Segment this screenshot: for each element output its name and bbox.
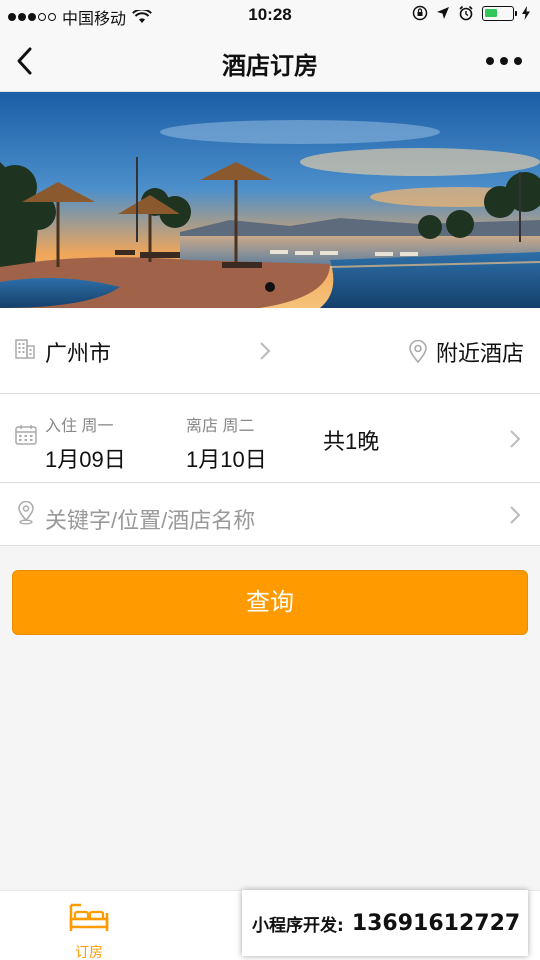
checkout-label: 离店 周二: [186, 418, 255, 435]
building-icon: [15, 339, 35, 359]
page-title: 酒店订房: [222, 53, 318, 80]
orientation-lock-icon: [412, 5, 428, 21]
calendar-icon: [15, 425, 37, 445]
chevron-right-icon: [510, 506, 521, 524]
search-row[interactable]: 关键字/位置/酒店名称: [0, 483, 540, 546]
checkin-value: 1月09日: [45, 447, 126, 472]
nights-count: 共1晚: [323, 429, 380, 454]
developer-contact-banner: 小程序开发: 13691612727: [242, 890, 528, 956]
checkout-date[interactable]: 离店 周二 1月10日: [186, 412, 267, 474]
query-button[interactable]: 查询: [12, 570, 528, 635]
more-options-icon[interactable]: [486, 57, 522, 65]
location-pin-icon: [18, 501, 34, 525]
checkin-label: 入住 周一: [45, 418, 114, 435]
charging-bolt-icon: [522, 6, 530, 20]
tab-booking[interactable]: 订房: [54, 899, 124, 960]
checkin-date[interactable]: 入住 周一 1月09日: [45, 412, 126, 474]
date-row[interactable]: 入住 周一 1月09日 离店 周二 1月10日 共1晚: [0, 394, 540, 483]
city-selector[interactable]: 广州市: [45, 336, 111, 368]
developer-contact-phone: 13691612727: [351, 910, 521, 936]
status-right: [412, 5, 530, 21]
status-bar: 中国移动 10:28: [0, 0, 540, 30]
battery-icon: [482, 5, 517, 21]
tab-booking-label: 订房: [75, 944, 103, 960]
checkout-value: 1月10日: [186, 447, 267, 472]
hotel-banner-image[interactable]: [0, 92, 540, 308]
city-row[interactable]: 广州市 附近酒店: [0, 308, 540, 394]
bed-icon: [69, 903, 109, 931]
alarm-icon: [459, 5, 473, 21]
keyword-search-input[interactable]: 关键字/位置/酒店名称: [45, 503, 255, 535]
banner-page-indicator: [265, 282, 275, 292]
developer-contact-prefix: 小程序开发:: [252, 915, 344, 936]
location-pin-icon: [409, 340, 427, 364]
nearby-hotels-label: 附近酒店: [435, 341, 524, 366]
chevron-right-icon: [510, 430, 521, 448]
location-arrow-icon: [437, 7, 449, 19]
chevron-right-icon: [260, 342, 271, 360]
nearby-hotels-button[interactable]: 附近酒店: [408, 336, 524, 368]
navigation-bar: 酒店订房: [0, 30, 540, 92]
